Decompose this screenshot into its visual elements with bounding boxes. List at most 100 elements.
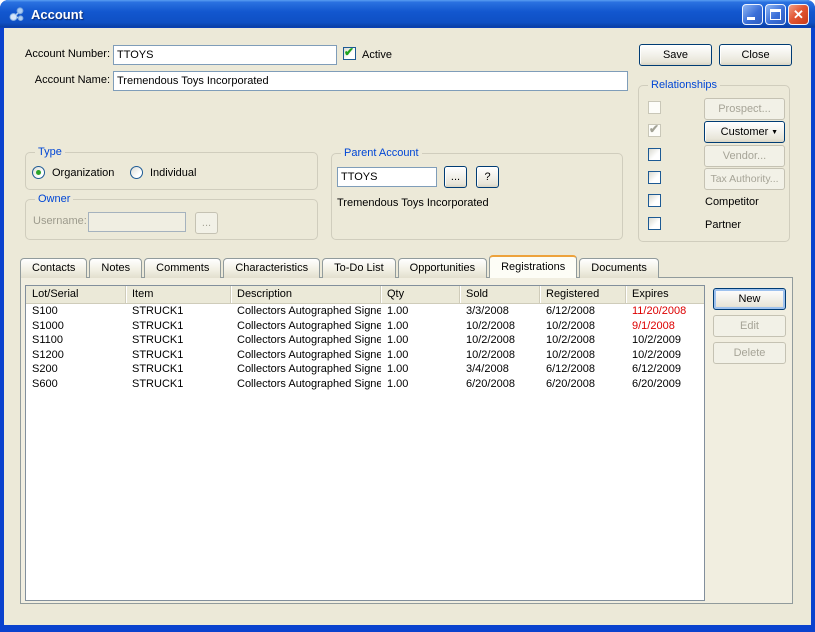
type-group: Type Organization Individual bbox=[25, 152, 318, 190]
delete-button[interactable]: Delete bbox=[713, 342, 786, 364]
prospect-button[interactable]: Prospect... bbox=[704, 98, 785, 120]
table-cell: 6/20/2008 bbox=[460, 377, 540, 392]
table-cell: 6/20/2008 bbox=[540, 377, 626, 392]
type-title: Type bbox=[35, 146, 65, 158]
save-button[interactable]: Save bbox=[639, 44, 712, 66]
table-row[interactable]: S1200STRUCK1Collectors Autographed Signe… bbox=[26, 348, 704, 363]
table-cell: 6/12/2008 bbox=[540, 304, 626, 319]
relationships-title: Relationships bbox=[648, 79, 720, 91]
table-cell: STRUCK1 bbox=[126, 377, 231, 392]
close-button[interactable]: Close bbox=[719, 44, 792, 66]
tab-todo-list[interactable]: To-Do List bbox=[322, 258, 396, 278]
account-number-input[interactable] bbox=[113, 45, 337, 65]
username-input[interactable] bbox=[88, 212, 186, 232]
table-cell: 10/2/2008 bbox=[540, 333, 626, 348]
close-window-button[interactable]: ✕ bbox=[788, 4, 809, 25]
table-cell: 10/2/2008 bbox=[540, 319, 626, 334]
table-row[interactable]: S200STRUCK1Collectors Autographed Signed… bbox=[26, 362, 704, 377]
table-cell: Collectors Autographed Signed bbox=[231, 304, 381, 319]
vendor-checkbox[interactable]: ✔ bbox=[648, 148, 661, 161]
table-cell: 6/20/2009 bbox=[626, 377, 702, 392]
column-header-qty[interactable]: Qty bbox=[381, 286, 460, 303]
parent-account-input[interactable] bbox=[337, 167, 437, 187]
app-icon bbox=[8, 6, 25, 23]
parent-account-browse-button[interactable]: ... bbox=[444, 166, 467, 188]
tab-registrations[interactable]: Registrations bbox=[489, 255, 577, 278]
table-cell: 1.00 bbox=[381, 333, 460, 348]
close-icon: ✕ bbox=[789, 5, 808, 24]
tab-notes[interactable]: Notes bbox=[89, 258, 142, 278]
table-cell: 10/2/2008 bbox=[540, 348, 626, 363]
owner-browse-button[interactable]: ... bbox=[195, 212, 218, 234]
customer-dropdown-button[interactable]: Customer▼ bbox=[704, 121, 785, 143]
tab-contacts[interactable]: Contacts bbox=[20, 258, 87, 278]
tab-comments[interactable]: Comments bbox=[144, 258, 221, 278]
table-row[interactable]: S1100STRUCK1Collectors Autographed Signe… bbox=[26, 333, 704, 348]
chevron-down-icon: ▼ bbox=[771, 129, 778, 136]
table-cell: S200 bbox=[26, 362, 126, 377]
table-cell: 6/12/2008 bbox=[540, 362, 626, 377]
table-cell: Collectors Autographed Signed bbox=[231, 333, 381, 348]
table-cell: 10/2/2008 bbox=[460, 319, 540, 334]
titlebar[interactable]: Account ✕ bbox=[0, 0, 815, 28]
new-button[interactable]: New bbox=[713, 288, 786, 310]
column-header-expires[interactable]: Expires bbox=[626, 286, 702, 303]
column-header-lot-serial[interactable]: Lot/Serial bbox=[26, 286, 126, 303]
maximize-button[interactable] bbox=[765, 4, 786, 25]
table-cell: S1200 bbox=[26, 348, 126, 363]
owner-group: Owner Username: ... bbox=[25, 199, 318, 240]
registration-table-body: S100STRUCK1Collectors Autographed Signed… bbox=[26, 304, 704, 392]
table-cell: STRUCK1 bbox=[126, 333, 231, 348]
table-cell: S600 bbox=[26, 377, 126, 392]
table-cell: S1000 bbox=[26, 319, 126, 334]
maximize-icon bbox=[770, 9, 781, 20]
parent-account-resolved-name: Tremendous Toys Incorporated bbox=[337, 197, 489, 209]
partner-label: Partner bbox=[705, 219, 741, 231]
table-cell: STRUCK1 bbox=[126, 348, 231, 363]
individual-label: Individual bbox=[150, 167, 196, 179]
relationships-group: Relationships ✔ Prospect... ✔ Customer▼ … bbox=[638, 85, 790, 242]
tab-characteristics[interactable]: Characteristics bbox=[223, 258, 320, 278]
tab-documents[interactable]: Documents bbox=[579, 258, 659, 278]
client-area: Account Number: ✔ Active Save Close Acco… bbox=[4, 28, 811, 625]
table-cell: 10/2/2009 bbox=[626, 348, 702, 363]
table-cell: STRUCK1 bbox=[126, 319, 231, 334]
table-row[interactable]: S1000STRUCK1Collectors Autographed Signe… bbox=[26, 319, 704, 334]
table-row[interactable]: S100STRUCK1Collectors Autographed Signed… bbox=[26, 304, 704, 319]
prospect-checkbox[interactable]: ✔ bbox=[648, 101, 661, 114]
customer-checkbox[interactable]: ✔ bbox=[648, 124, 661, 137]
account-window: Account ✕ Account Number: ✔ Active Save … bbox=[0, 0, 815, 632]
tax-authority-button[interactable]: Tax Authority... bbox=[704, 168, 785, 190]
table-cell: 10/2/2009 bbox=[626, 333, 702, 348]
table-cell: STRUCK1 bbox=[126, 362, 231, 377]
table-cell: 10/2/2008 bbox=[460, 348, 540, 363]
parent-account-help-button[interactable]: ? bbox=[476, 166, 499, 188]
table-cell: 1.00 bbox=[381, 362, 460, 377]
partner-checkbox[interactable]: ✔ bbox=[648, 217, 661, 230]
competitor-checkbox[interactable]: ✔ bbox=[648, 194, 661, 207]
check-icon: ✔ bbox=[344, 45, 354, 59]
tax-authority-checkbox[interactable]: ✔ bbox=[648, 171, 661, 184]
tab-opportunities[interactable]: Opportunities bbox=[398, 258, 487, 278]
organization-radio[interactable] bbox=[32, 166, 45, 179]
registrations-table[interactable]: Lot/Serial Item Description Qty Sold Reg… bbox=[25, 285, 705, 601]
table-cell: 1.00 bbox=[381, 304, 460, 319]
active-checkbox[interactable]: ✔ bbox=[343, 47, 356, 60]
column-header-item[interactable]: Item bbox=[126, 286, 231, 303]
radio-dot-icon bbox=[36, 170, 41, 175]
username-label: Username: bbox=[33, 215, 87, 227]
minimize-button[interactable] bbox=[742, 4, 763, 25]
account-number-label: Account Number: bbox=[10, 48, 110, 60]
individual-radio[interactable] bbox=[130, 166, 143, 179]
minimize-icon bbox=[747, 17, 755, 20]
table-cell: STRUCK1 bbox=[126, 304, 231, 319]
edit-button[interactable]: Edit bbox=[713, 315, 786, 337]
column-header-description[interactable]: Description bbox=[231, 286, 381, 303]
table-row[interactable]: S600STRUCK1Collectors Autographed Signed… bbox=[26, 377, 704, 392]
column-header-registered[interactable]: Registered bbox=[540, 286, 626, 303]
table-cell: 3/4/2008 bbox=[460, 362, 540, 377]
column-header-sold[interactable]: Sold bbox=[460, 286, 540, 303]
account-name-input[interactable] bbox=[113, 71, 628, 91]
vendor-button[interactable]: Vendor... bbox=[704, 145, 785, 167]
parent-account-title: Parent Account bbox=[341, 147, 422, 159]
